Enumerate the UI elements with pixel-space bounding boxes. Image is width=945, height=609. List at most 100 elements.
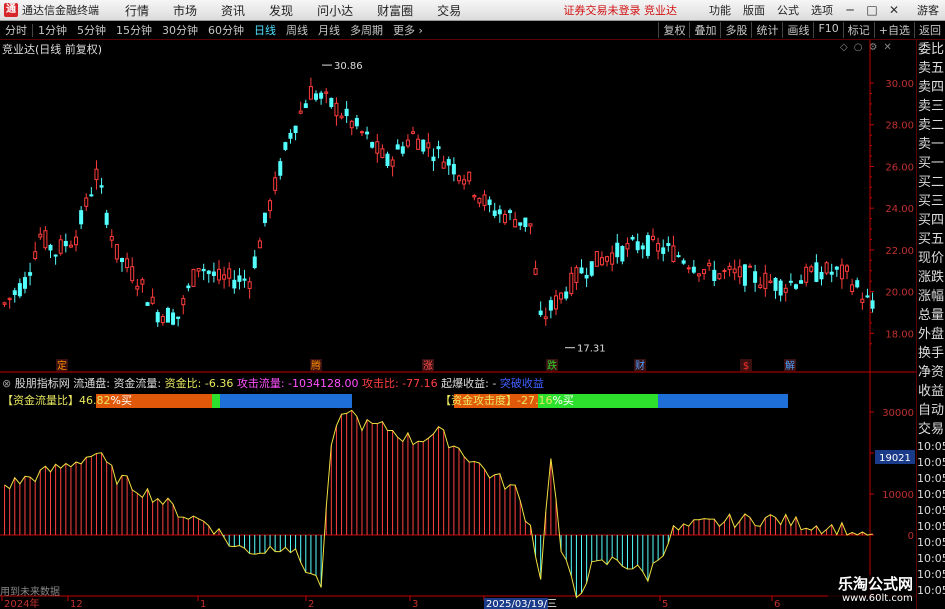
candle-body xyxy=(819,271,824,280)
candle-body xyxy=(104,212,109,225)
candle-body xyxy=(538,310,543,316)
event-marker[interactable]: 跌 xyxy=(547,359,557,372)
quote-panel-item[interactable]: 卖五 xyxy=(917,59,945,78)
quote-panel-item[interactable]: 10:05 xyxy=(917,567,945,583)
candle-body xyxy=(584,274,589,279)
indicator-close-icon[interactable]: ⊗ xyxy=(2,377,11,390)
quote-panel-item[interactable]: 10:05 xyxy=(917,455,945,471)
quote-panel-item[interactable]: 涨跌 xyxy=(917,268,945,287)
quote-panel-item[interactable]: 10:05 xyxy=(917,535,945,551)
candle-body xyxy=(109,235,114,241)
candle-body xyxy=(247,281,252,289)
candle-body xyxy=(217,268,221,281)
candle-body xyxy=(553,295,558,310)
quote-panel-item[interactable]: 卖四 xyxy=(917,78,945,97)
candle-body xyxy=(43,230,48,249)
quote-panel-item[interactable]: 10:05 xyxy=(917,471,945,487)
candle-body xyxy=(686,267,691,270)
candle-body xyxy=(201,268,206,272)
event-marker[interactable]: 涨 xyxy=(423,360,433,372)
candle-body xyxy=(666,243,671,246)
quote-panel-item[interactable]: 10:05 xyxy=(917,503,945,519)
candle-body xyxy=(472,195,477,198)
candle-body xyxy=(359,131,364,134)
quote-panel-item[interactable]: 委比 xyxy=(917,40,945,59)
candle-body xyxy=(334,102,339,117)
indicator-tick-label: 30000 xyxy=(882,408,914,419)
price-chart[interactable]: 30.00 28.00 26.00 24.00 22.00 20.00 18.00 30.86… xyxy=(0,0,916,609)
quote-panel-item[interactable]: 外盘 xyxy=(917,325,945,344)
event-marker[interactable]: $ xyxy=(743,361,749,372)
candle-body xyxy=(395,144,400,150)
candle-body xyxy=(273,177,278,191)
candle-body xyxy=(237,275,242,282)
candle-body xyxy=(206,270,211,274)
price-tick-label: 26.00 xyxy=(885,162,914,173)
quote-panel-item[interactable]: 卖一 xyxy=(917,135,945,154)
flow-ratio-name: 【资金流量比】 xyxy=(2,394,79,407)
candle-body xyxy=(559,292,564,300)
event-marker[interactable]: 解 xyxy=(785,359,795,372)
candle-body xyxy=(288,132,293,139)
quote-panel-item[interactable]: 10:05 xyxy=(917,439,945,455)
candle-body xyxy=(702,269,707,274)
candle-body xyxy=(17,283,22,297)
quote-panel-item[interactable]: 净资 xyxy=(917,363,945,382)
candle-body xyxy=(12,290,17,296)
candle-body xyxy=(416,138,421,150)
candle-body xyxy=(140,279,145,285)
candle-body xyxy=(191,269,196,287)
date-label: 2 xyxy=(308,599,314,609)
candle-body xyxy=(186,285,191,289)
candle-body xyxy=(176,316,181,319)
quote-panel-item[interactable]: 卖三 xyxy=(917,97,945,116)
flow-ratio-value: 46.82 xyxy=(79,394,111,407)
quote-panel-item[interactable]: 买三 xyxy=(917,192,945,211)
quote-panel-item[interactable]: 总量 xyxy=(917,306,945,325)
quote-panel-item[interactable]: 现价 xyxy=(917,249,945,268)
indicator-name[interactable]: 股朋指标网 xyxy=(15,377,70,390)
quote-panel-item[interactable]: 换手 xyxy=(917,344,945,363)
quote-panel-item[interactable]: 买四 xyxy=(917,211,945,230)
event-marker[interactable]: 定 xyxy=(57,359,67,372)
guest-label[interactable]: 游客 xyxy=(917,2,939,18)
candle-body xyxy=(94,168,99,181)
quote-panel-item[interactable]: 买一 xyxy=(917,154,945,173)
event-marker[interactable]: 财 xyxy=(635,359,645,372)
quote-panel-item[interactable]: 交易 xyxy=(917,420,945,439)
quote-panel-item[interactable]: 买二 xyxy=(917,173,945,192)
event-marker[interactable]: 腾 xyxy=(311,359,321,372)
quote-panel-item[interactable]: 卖二 xyxy=(917,116,945,135)
quote-panel-item[interactable]: 10:05 xyxy=(917,551,945,567)
candle-body xyxy=(150,296,155,304)
candle-body xyxy=(599,257,604,266)
candle-body xyxy=(661,247,666,254)
quote-panel-item[interactable]: 涨幅 xyxy=(917,287,945,306)
future-data-note: 用到未来数据 xyxy=(0,587,60,598)
candle-body xyxy=(390,159,395,167)
candle-body xyxy=(2,302,7,305)
candle-body xyxy=(22,277,27,289)
candle-body xyxy=(814,262,819,282)
candle-body xyxy=(594,251,599,267)
candle-body xyxy=(492,210,497,216)
candle-body xyxy=(783,287,788,293)
indicator-field3-value: -6.36 xyxy=(204,377,234,390)
candle-body xyxy=(380,148,385,158)
current-value-tag: 19021 xyxy=(879,453,911,464)
quote-panel-item[interactable]: 买五 xyxy=(917,230,945,249)
flow-ratio-buy-segment xyxy=(220,394,352,408)
back-button[interactable]: 返回 xyxy=(914,22,945,38)
quote-panel-item[interactable]: 10:05 xyxy=(917,583,945,599)
quote-panel-item[interactable]: 自动 xyxy=(917,401,945,420)
quote-panel-item[interactable]: 10:05 xyxy=(917,519,945,535)
candle-body xyxy=(293,125,298,134)
candle-body xyxy=(262,212,267,223)
candle-body xyxy=(523,217,528,228)
candle-body xyxy=(211,271,216,276)
quote-panel-item[interactable]: 收益 xyxy=(917,382,945,401)
candle-body xyxy=(436,146,441,150)
candle-body xyxy=(451,163,456,175)
quote-panel-item[interactable]: 10:05 xyxy=(917,487,945,503)
flow-ratio-neutral-segment xyxy=(212,394,220,408)
